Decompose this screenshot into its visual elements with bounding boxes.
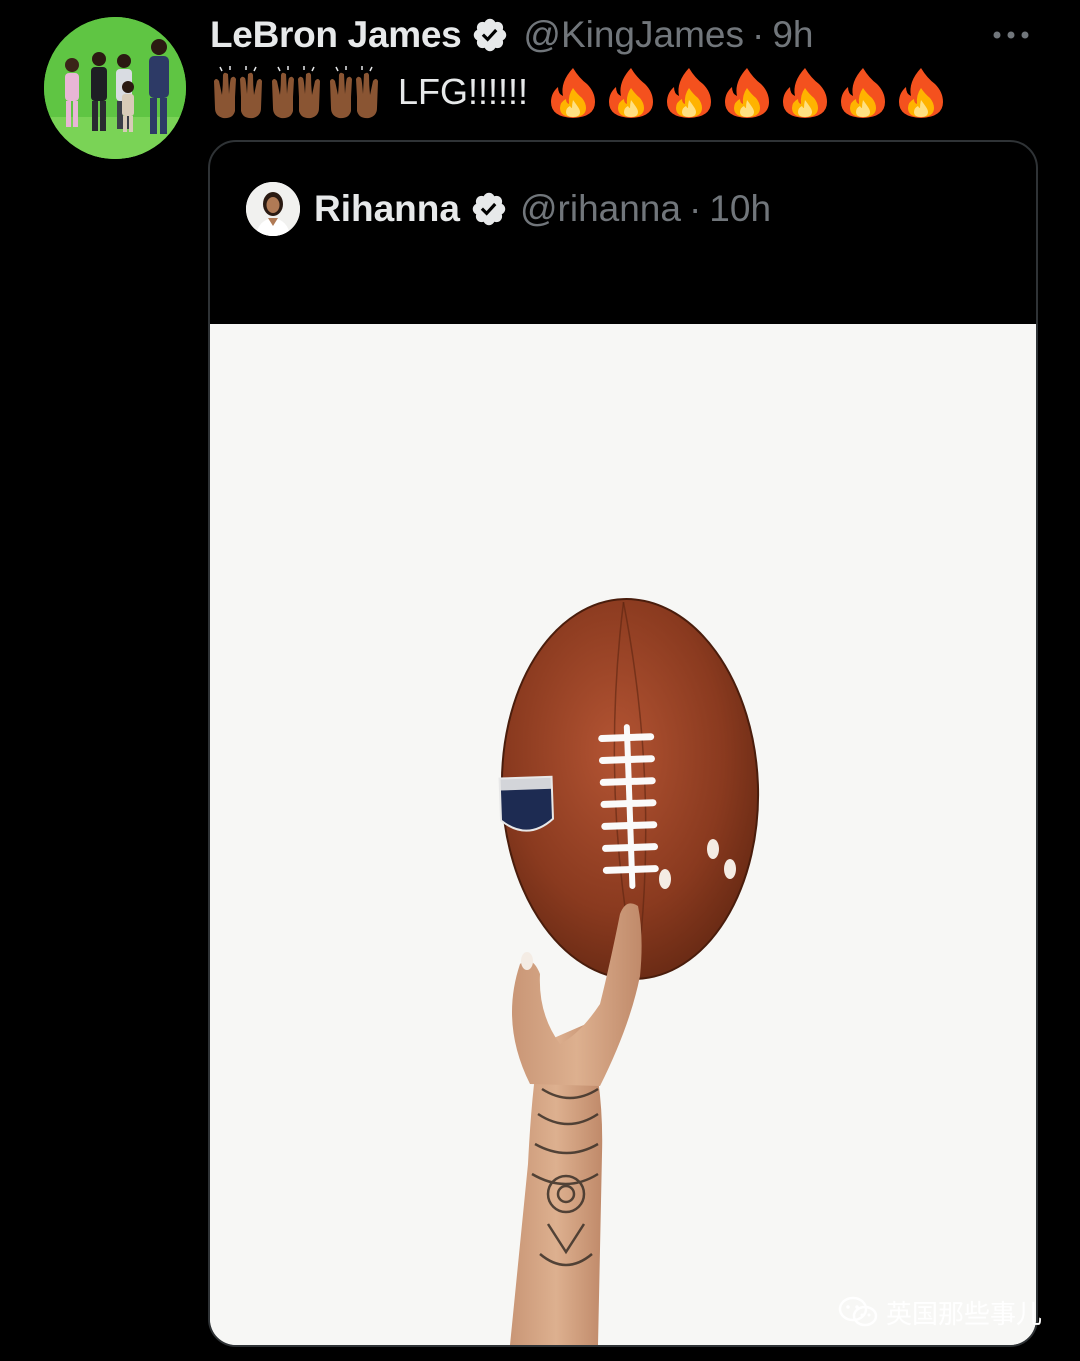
tweet-body: LFG!!!!!! bbox=[210, 62, 956, 122]
raising-hands-medium-dark-skin-icon bbox=[330, 66, 378, 119]
separator-dot: · bbox=[751, 14, 765, 55]
more-options-icon[interactable] bbox=[990, 20, 1032, 50]
watermark: 英国那些事儿 bbox=[838, 1292, 1042, 1332]
fire-icon bbox=[725, 68, 770, 118]
fire-icon bbox=[551, 68, 596, 118]
separator-dot: · bbox=[688, 188, 702, 229]
quoted-tweet-photo[interactable] bbox=[210, 324, 1036, 1345]
fire-icon bbox=[667, 68, 712, 118]
raising-hands-emojis bbox=[210, 65, 384, 119]
quoted-tweet-header: Rihanna @rihanna · 10h bbox=[246, 182, 771, 236]
fire-icon bbox=[783, 68, 828, 118]
fire-emojis bbox=[550, 66, 956, 118]
author-avatar[interactable] bbox=[44, 17, 186, 159]
quoted-author-handle[interactable]: @rihanna bbox=[520, 188, 681, 230]
author-handle[interactable]: @KingJames bbox=[523, 14, 744, 56]
quoted-author-avatar[interactable] bbox=[246, 182, 300, 236]
wechat-icon bbox=[838, 1296, 878, 1327]
watermark-text: 英国那些事儿 bbox=[886, 1299, 1043, 1330]
author-name[interactable]: LeBron James bbox=[210, 14, 462, 56]
tweet-timestamp[interactable]: 9h bbox=[772, 14, 813, 56]
quoted-tweet-card[interactable]: Rihanna @rihanna · 10h . bbox=[208, 140, 1038, 1347]
fire-icon bbox=[609, 68, 654, 118]
raising-hands-medium-dark-skin-icon bbox=[214, 66, 262, 119]
tweet[interactable]: LeBron James @KingJames · 9h LFG!!!!!! R… bbox=[0, 0, 1080, 1361]
fire-icon bbox=[841, 68, 886, 118]
tweet-header: LeBron James @KingJames · 9h bbox=[210, 10, 813, 60]
fire-icon bbox=[899, 68, 944, 118]
quoted-author-name[interactable]: Rihanna bbox=[314, 188, 460, 230]
tweet-text: LFG!!!!!! bbox=[398, 71, 529, 112]
raising-hands-medium-dark-skin-icon bbox=[272, 66, 320, 119]
verified-badge-icon bbox=[471, 16, 509, 54]
quoted-tweet-timestamp[interactable]: 10h bbox=[709, 188, 771, 230]
verified-badge-icon bbox=[470, 190, 508, 228]
